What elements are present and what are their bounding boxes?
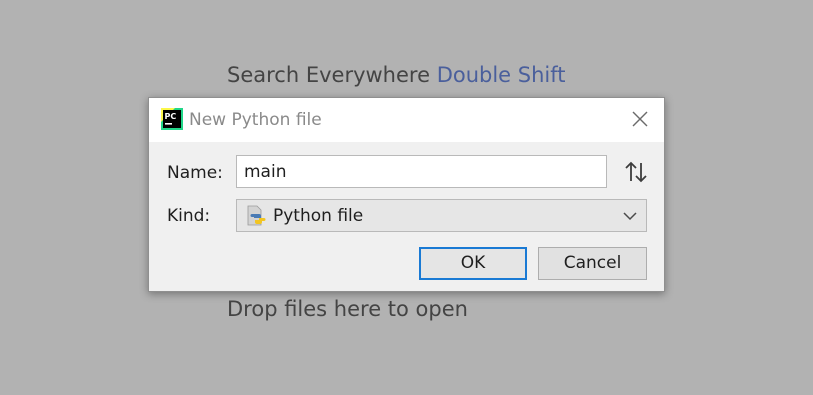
search-shortcut-text: Double Shift <box>436 63 566 87</box>
name-input[interactable] <box>236 155 607 188</box>
sort-arrows-icon[interactable] <box>623 160 649 184</box>
dialog-titlebar: PC New Python file <box>149 98 664 142</box>
kind-value: Python file <box>273 206 364 226</box>
ok-button[interactable]: OK <box>419 247 527 280</box>
cancel-button[interactable]: Cancel <box>538 247 647 280</box>
chevron-down-icon <box>623 212 637 221</box>
python-file-icon <box>247 205 266 226</box>
app-logo-text: PC <box>165 112 177 121</box>
dialog-title: New Python file <box>189 110 322 130</box>
drop-files-hint: Drop files here to open <box>227 297 468 321</box>
new-python-file-dialog: PC New Python file Name: Kind: Python fi… <box>148 97 665 292</box>
kind-dropdown[interactable]: Python file <box>236 199 647 232</box>
close-icon[interactable] <box>630 109 650 129</box>
pycharm-logo-icon: PC <box>161 108 183 130</box>
kind-label: Kind: <box>167 206 211 226</box>
name-label: Name: <box>167 163 223 183</box>
search-everywhere-text: Search Everywhere <box>227 63 430 87</box>
search-everywhere-hint: Search Everywhere Double Shift <box>227 63 566 87</box>
